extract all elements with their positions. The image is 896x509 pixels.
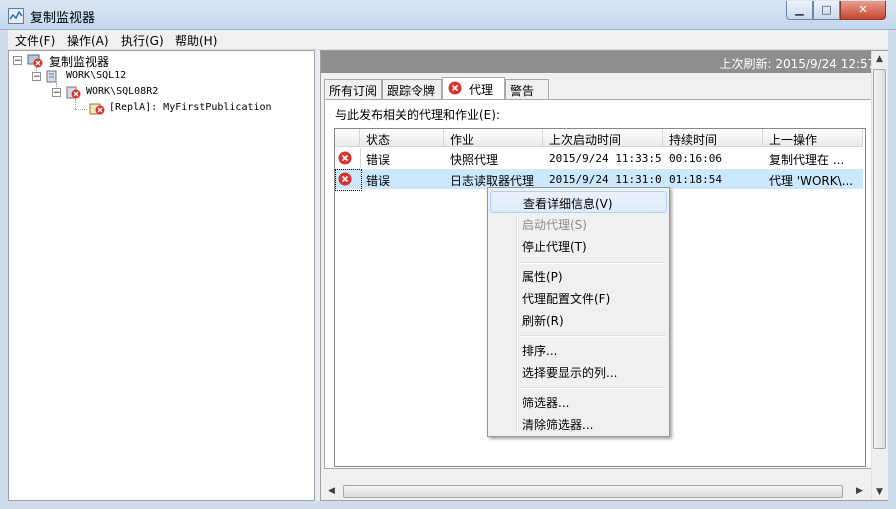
title-bar: 复制监视器 ▁ □ ✕: [0, 0, 896, 30]
agent-context-menu: 查看详细信息(V) 启动代理(S) 停止代理(T) 属性(P) 代理配置文件(F…: [487, 187, 670, 437]
replication-monitor-icon[interactable]: [8, 8, 24, 24]
grid-corner-header: [335, 129, 360, 147]
last-refresh-text: 上次刷新: 2015/9/24 12:57:2: [719, 57, 887, 71]
scroll-up-icon[interactable]: ▲: [876, 54, 883, 64]
minimize-button[interactable]: ▁: [786, 1, 813, 20]
tree-label-publication: [ReplA]: MyFirstPublication: [109, 102, 272, 113]
error-status-icon: [338, 172, 352, 186]
menu-item-refresh[interactable]: 刷新(R): [490, 309, 667, 331]
tree-node-server-sql08r2[interactable]: − WORK\SQL08R2: [52, 85, 312, 101]
horizontal-scroll-thumb[interactable]: [343, 485, 843, 498]
cell-last-action: 复制代理在 ...: [769, 153, 845, 167]
tab-agents[interactable]: 代理: [442, 77, 505, 100]
cell-status: 错误: [366, 153, 391, 167]
cell-status: 错误: [366, 174, 391, 188]
menu-separator: [520, 387, 666, 389]
menu-help[interactable]: 帮助(H): [175, 32, 217, 49]
window-bottom-border: [0, 501, 896, 509]
menu-item-clear-filter[interactable]: 清除筛选器...: [490, 413, 667, 435]
collapse-icon[interactable]: −: [52, 88, 61, 98]
menu-file[interactable]: 文件(F): [15, 32, 55, 49]
tab-tracer-tokens[interactable]: 跟踪令牌: [382, 79, 442, 99]
column-header-job[interactable]: 作业: [444, 129, 543, 147]
menu-item-view-details[interactable]: 查看详细信息(V): [490, 191, 667, 213]
refresh-bar: 上次刷新: 2015/9/24 12:57:2: [321, 51, 887, 73]
menu-item-sort[interactable]: 排序...: [490, 339, 667, 361]
menu-item-agent-profile[interactable]: 代理配置文件(F): [490, 287, 667, 309]
vertical-scroll-thumb[interactable]: [873, 69, 886, 449]
tree-node-root[interactable]: − 复制监视器: [13, 53, 313, 69]
server-icon: [46, 70, 57, 83]
tab-label: 警告: [510, 84, 535, 98]
cell-last-start: 2015/9/24 11:31:06: [549, 173, 661, 186]
cell-duration: 01:18:54: [669, 173, 722, 186]
column-header-status[interactable]: 状态: [360, 129, 444, 147]
agents-description: 与此发布相关的代理和作业(E):: [335, 108, 500, 122]
column-header-last-action[interactable]: 上一操作: [763, 129, 863, 147]
table-row[interactable]: 错误 快照代理 2015/9/24 11:33:54 00:16:06 复制代理…: [335, 148, 863, 168]
tree-label-server-sql08r2: WORK\SQL08R2: [86, 86, 159, 97]
tree-node-server-sql12[interactable]: − WORK\SQL12: [32, 69, 312, 85]
scroll-left-icon[interactable]: ◀: [328, 486, 335, 496]
menu-separator: [520, 335, 666, 337]
column-header-duration[interactable]: 持续时间: [663, 129, 763, 147]
menu-item-start-agent[interactable]: 启动代理(S): [490, 213, 667, 235]
tree-label-root: 复制监视器: [49, 55, 110, 69]
scroll-right-icon[interactable]: ▶: [856, 486, 863, 496]
tree-node-publication[interactable]: [ReplA]: MyFirstPublication: [89, 101, 309, 117]
error-status-icon: [338, 151, 352, 165]
collapse-icon[interactable]: −: [32, 72, 41, 82]
cell-duration: 00:16:06: [669, 152, 722, 165]
close-button[interactable]: ✕: [840, 1, 886, 20]
tab-label: 代理: [469, 83, 494, 97]
tab-label: 所有订阅: [329, 84, 378, 98]
scroll-down-icon[interactable]: ▼: [876, 487, 883, 497]
cell-job: 快照代理: [450, 153, 499, 167]
window-title: 复制监视器: [30, 11, 96, 26]
navigation-tree[interactable]: − 复制监视器 − WORK\SQL12 − WORK\SQL08R2 [Rep…: [8, 50, 315, 501]
tab-label: 跟踪令牌: [387, 84, 436, 98]
server-error-icon: [66, 86, 81, 99]
tab-all-subscriptions[interactable]: 所有订阅: [324, 79, 382, 99]
error-icon: [448, 81, 462, 95]
tree-label-server-sql12: WORK\SQL12: [66, 70, 127, 81]
cell-last-start: 2015/9/24 11:33:54: [549, 152, 661, 165]
menu-item-choose-columns[interactable]: 选择要显示的列...: [490, 361, 667, 383]
menu-item-properties[interactable]: 属性(P): [490, 265, 667, 287]
publication-error-icon: [89, 103, 105, 115]
maximize-button[interactable]: □: [813, 1, 840, 20]
menu-item-stop-agent[interactable]: 停止代理(T): [490, 235, 667, 257]
table-row-selected[interactable]: 错误 日志读取器代理 2015/9/24 11:31:06 01:18:54 代…: [335, 169, 863, 191]
cell-last-action: 代理 'WORK\...: [769, 174, 854, 188]
collapse-icon[interactable]: −: [13, 56, 22, 66]
column-header-last-start[interactable]: 上次启动时间: [543, 129, 663, 147]
menu-bar: 文件(F) 操作(A) 执行(G) 帮助(H): [8, 30, 888, 50]
menu-go[interactable]: 执行(G): [121, 32, 164, 49]
menu-action[interactable]: 操作(A): [67, 32, 109, 49]
menu-item-filter[interactable]: 筛选器...: [490, 391, 667, 413]
replication-monitor-error-icon: [27, 54, 43, 68]
tab-warnings[interactable]: 警告: [505, 79, 549, 99]
menu-separator: [520, 262, 666, 264]
